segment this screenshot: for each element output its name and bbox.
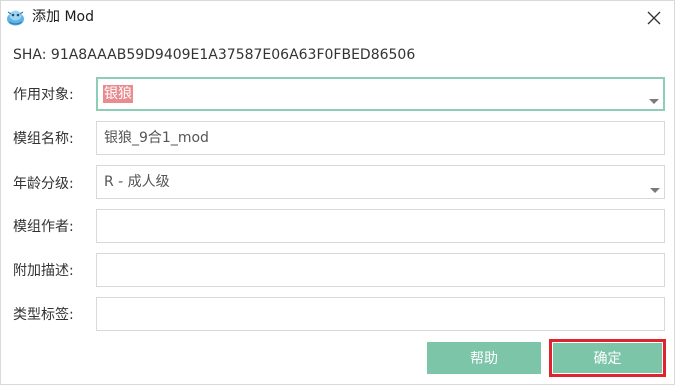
app-logo-icon: [6, 8, 25, 27]
help-button[interactable]: 帮助: [427, 342, 541, 374]
target-select[interactable]: 银狼: [96, 77, 665, 111]
rating-label: 年龄分级:: [13, 176, 74, 192]
author-label: 模组作者:: [13, 219, 74, 235]
close-button[interactable]: [641, 5, 667, 31]
chevron-down-icon: [649, 99, 659, 104]
close-icon: [647, 11, 661, 25]
description-input[interactable]: [96, 253, 665, 287]
sha-hash-text: SHA: 91A8AAAB59D9409E1A37587E06A63F0FBED…: [13, 47, 416, 63]
add-mod-dialog: 添加 Mod SHA: 91A8AAAB59D9409E1A37587E06A6…: [0, 0, 675, 385]
mod-name-value: 银狼_9合1_mod: [104, 130, 209, 146]
tags-label: 类型标签:: [13, 307, 74, 323]
dialog-title: 添加 Mod: [32, 9, 94, 25]
ok-button[interactable]: 确定: [553, 343, 662, 373]
rating-select[interactable]: R - 成人级: [96, 165, 665, 199]
name-label: 模组名称:: [13, 131, 74, 147]
author-input[interactable]: [96, 209, 665, 243]
chevron-down-icon: [650, 188, 660, 193]
mod-name-input[interactable]: 银狼_9合1_mod: [96, 121, 665, 155]
rating-value: R - 成人级: [104, 174, 170, 190]
target-value: 银狼: [103, 85, 133, 103]
title-bar: 添加 Mod: [1, 1, 674, 34]
target-label: 作用对象:: [13, 87, 74, 103]
description-label: 附加描述:: [13, 263, 74, 279]
tags-input[interactable]: [96, 297, 665, 331]
